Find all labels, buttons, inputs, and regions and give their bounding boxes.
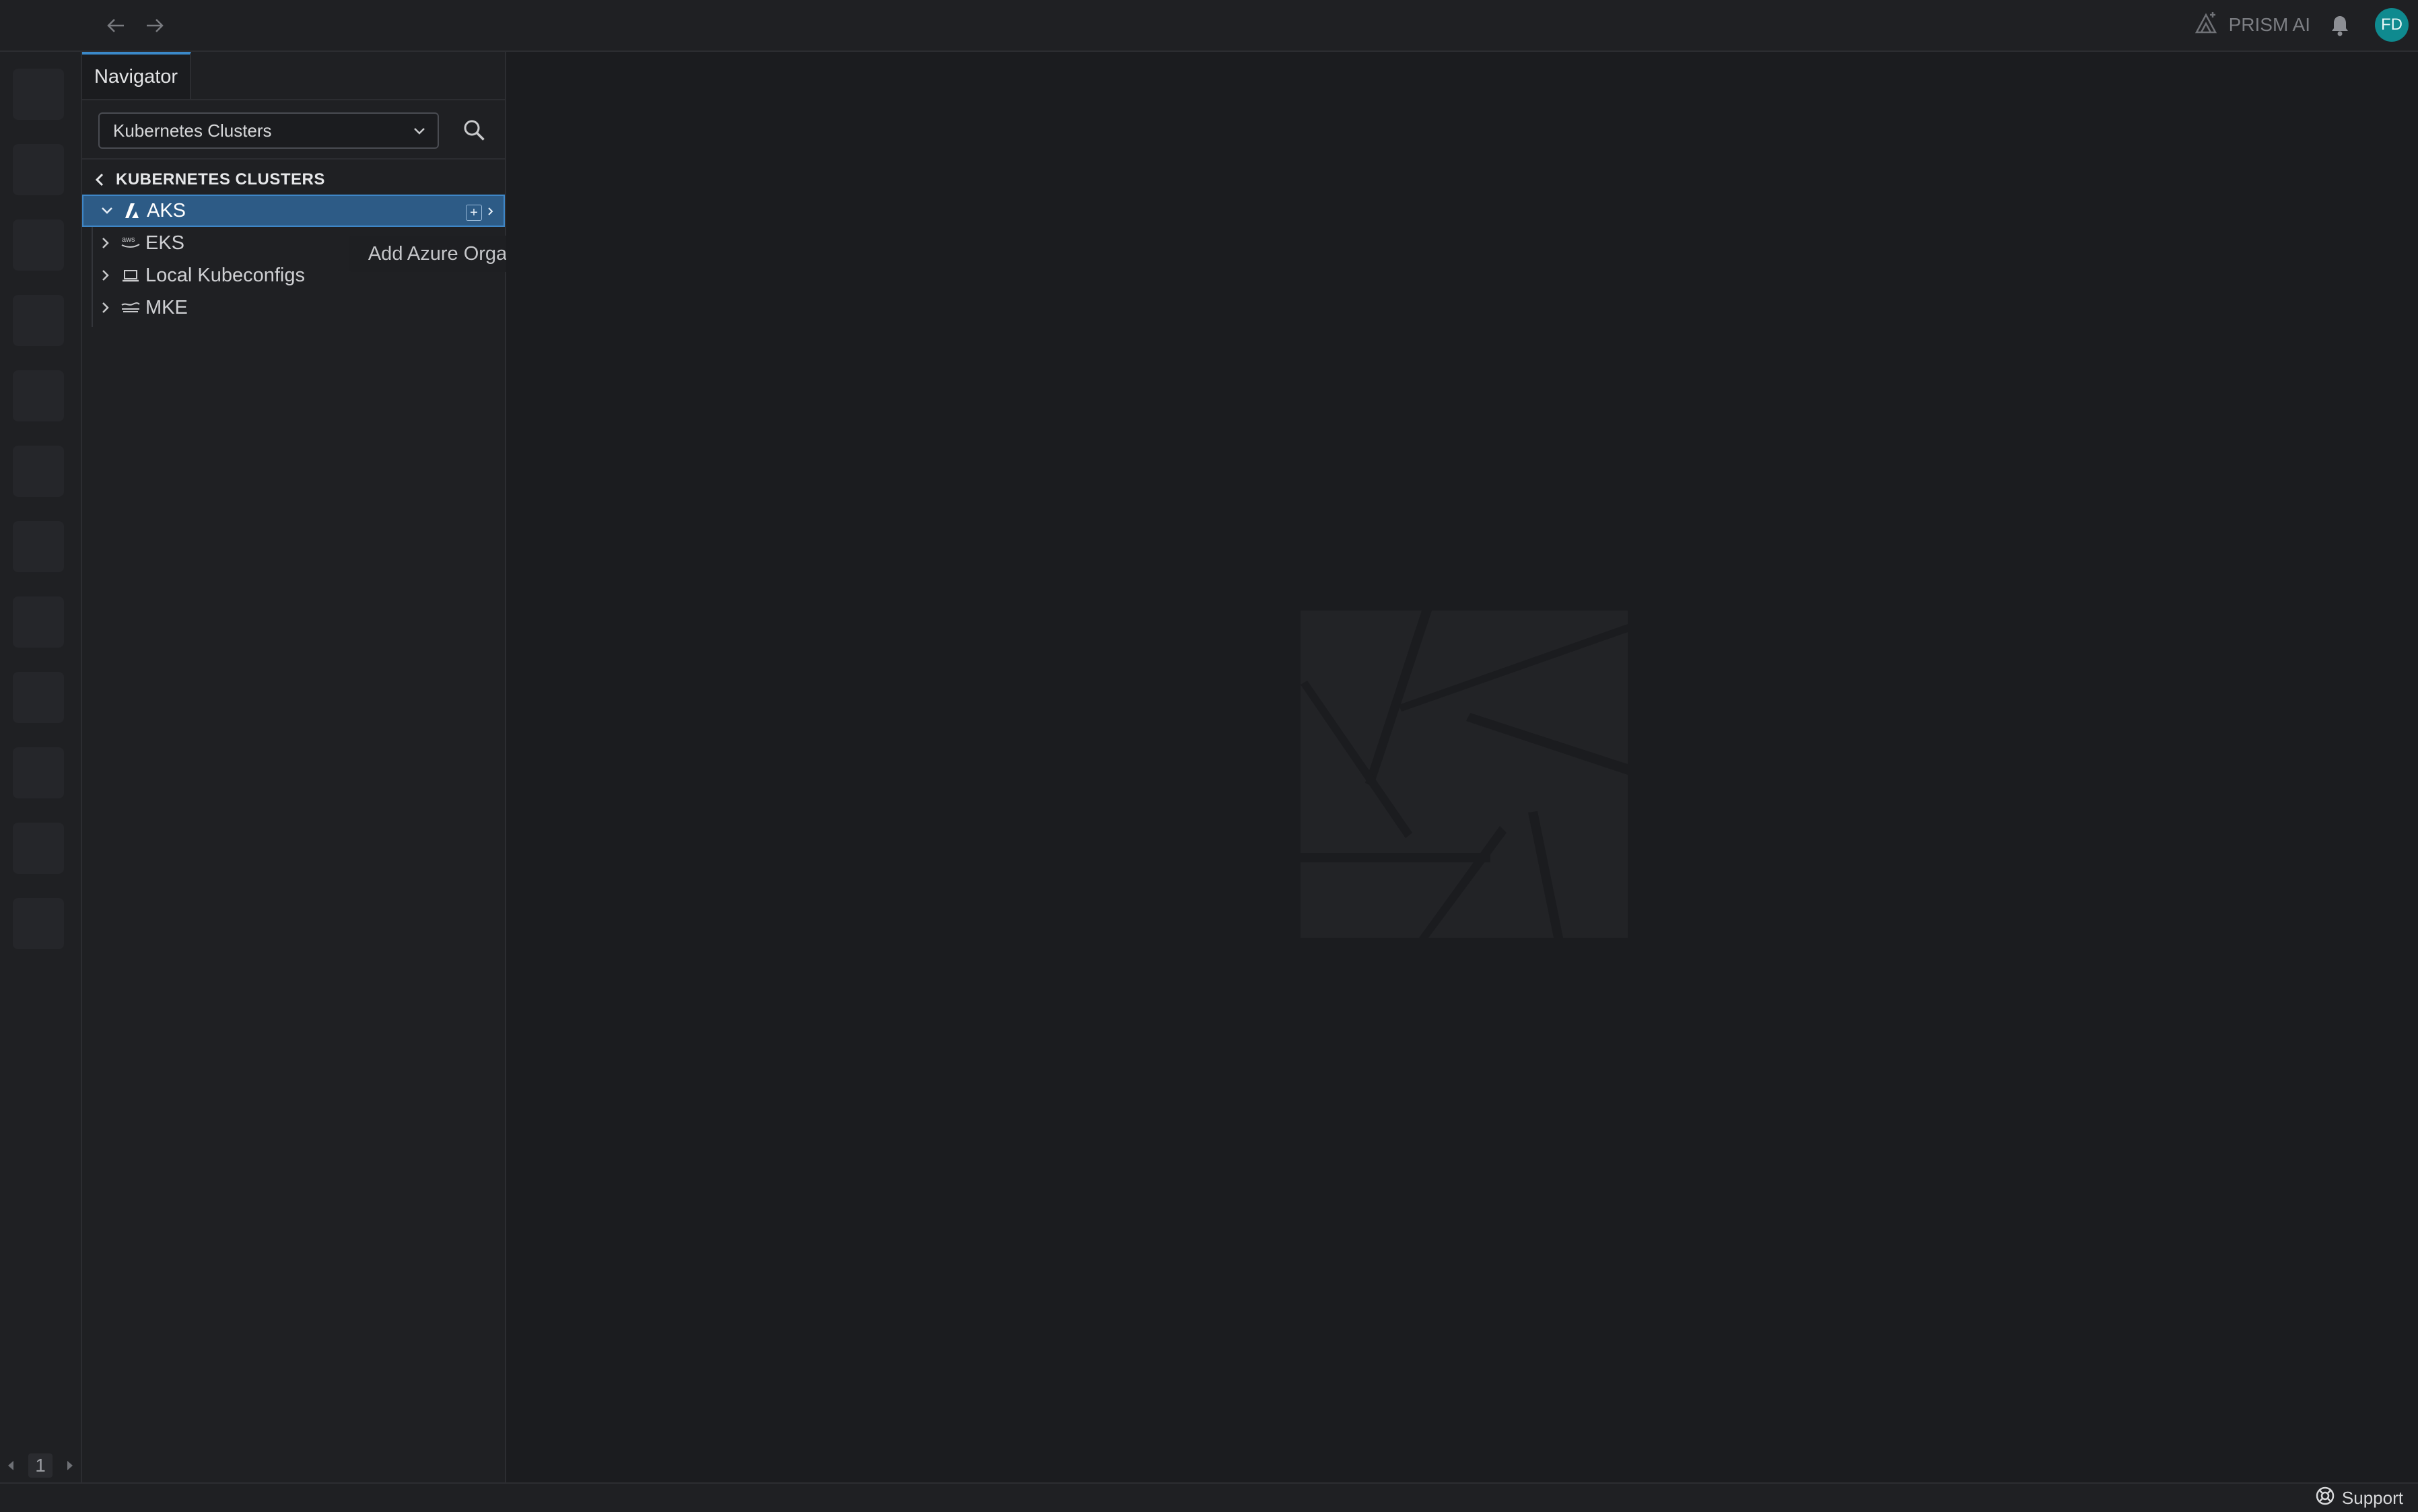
main-content bbox=[506, 52, 2418, 1482]
tab-navigator[interactable]: Navigator bbox=[82, 52, 191, 99]
chevron-down-icon bbox=[411, 122, 428, 139]
hotbar-slot[interactable] bbox=[13, 295, 64, 346]
prism-ai-button[interactable]: PRISM AI bbox=[2192, 9, 2310, 40]
chevron-right-icon[interactable] bbox=[486, 201, 495, 224]
support-icon bbox=[2315, 1486, 2335, 1511]
hotbar-slot[interactable] bbox=[13, 219, 64, 271]
add-organization-button[interactable]: + bbox=[466, 204, 482, 221]
row-actions: + bbox=[466, 201, 495, 224]
hotbar-slot[interactable] bbox=[13, 672, 64, 723]
back-arrow-icon[interactable] bbox=[102, 12, 129, 39]
user-avatar[interactable]: FD bbox=[2375, 8, 2409, 42]
hotbar-slot[interactable] bbox=[13, 69, 64, 120]
aws-icon: aws bbox=[120, 232, 141, 254]
prism-ai-label: PRISM AI bbox=[2228, 14, 2310, 35]
mke-icon bbox=[120, 297, 141, 318]
pager-next-icon[interactable] bbox=[65, 1455, 75, 1476]
tab-strip: Navigator bbox=[82, 52, 505, 100]
hotbar-page-number: 1 bbox=[28, 1453, 53, 1478]
section-header: KUBERNETES CLUSTERS bbox=[82, 162, 505, 197]
tree-item-mke[interactable]: MKE bbox=[82, 291, 505, 324]
azure-icon bbox=[121, 200, 143, 221]
hotbar-slot[interactable] bbox=[13, 144, 64, 195]
status-bar: Support bbox=[0, 1482, 2418, 1512]
chevron-right-icon[interactable] bbox=[96, 265, 116, 285]
catalog-select-value: Kubernetes Clusters bbox=[113, 120, 272, 141]
bell-icon[interactable] bbox=[2326, 12, 2353, 39]
support-button[interactable]: Support bbox=[2315, 1486, 2403, 1509]
hotbar-slot[interactable] bbox=[13, 898, 64, 949]
top-bar: PRISM AI FD bbox=[0, 0, 2418, 52]
divider bbox=[82, 158, 505, 160]
search-icon[interactable] bbox=[459, 115, 490, 146]
hotbar-slot[interactable] bbox=[13, 521, 64, 572]
prism-ai-icon bbox=[2192, 9, 2219, 41]
catalog-select[interactable]: Kubernetes Clusters bbox=[98, 112, 439, 149]
hotbar-slot[interactable] bbox=[13, 370, 64, 421]
chevron-down-icon[interactable] bbox=[97, 201, 117, 221]
navigator-panel: Navigator Kubernetes Clusters KUBERNETES… bbox=[82, 52, 594, 1482]
pager-prev-icon[interactable] bbox=[6, 1455, 15, 1476]
hotbar-slot[interactable] bbox=[13, 823, 64, 874]
hotbar: 1 bbox=[0, 52, 82, 1482]
hotbar-pager: 1 bbox=[0, 1449, 81, 1482]
chevron-right-icon[interactable] bbox=[96, 298, 116, 318]
tree-item-aks[interactable]: AKS + bbox=[82, 195, 505, 227]
tree-item-label: AKS bbox=[147, 199, 186, 221]
svg-text:aws: aws bbox=[122, 236, 135, 244]
app-logo-watermark bbox=[1301, 611, 1628, 938]
tree-item-label: EKS bbox=[145, 232, 185, 254]
hotbar-slot[interactable] bbox=[13, 446, 64, 497]
laptop-icon bbox=[120, 265, 141, 286]
hotbar-slot[interactable] bbox=[13, 596, 64, 648]
chevron-left-icon[interactable] bbox=[89, 169, 110, 191]
section-title: KUBERNETES CLUSTERS bbox=[116, 170, 325, 188]
tree-item-label: MKE bbox=[145, 296, 188, 318]
hotbar-slot[interactable] bbox=[13, 747, 64, 798]
support-label: Support bbox=[2341, 1487, 2403, 1508]
tree-item-label: Local Kubeconfigs bbox=[145, 264, 305, 286]
forward-arrow-icon[interactable] bbox=[141, 12, 168, 39]
chevron-right-icon[interactable] bbox=[96, 233, 116, 253]
